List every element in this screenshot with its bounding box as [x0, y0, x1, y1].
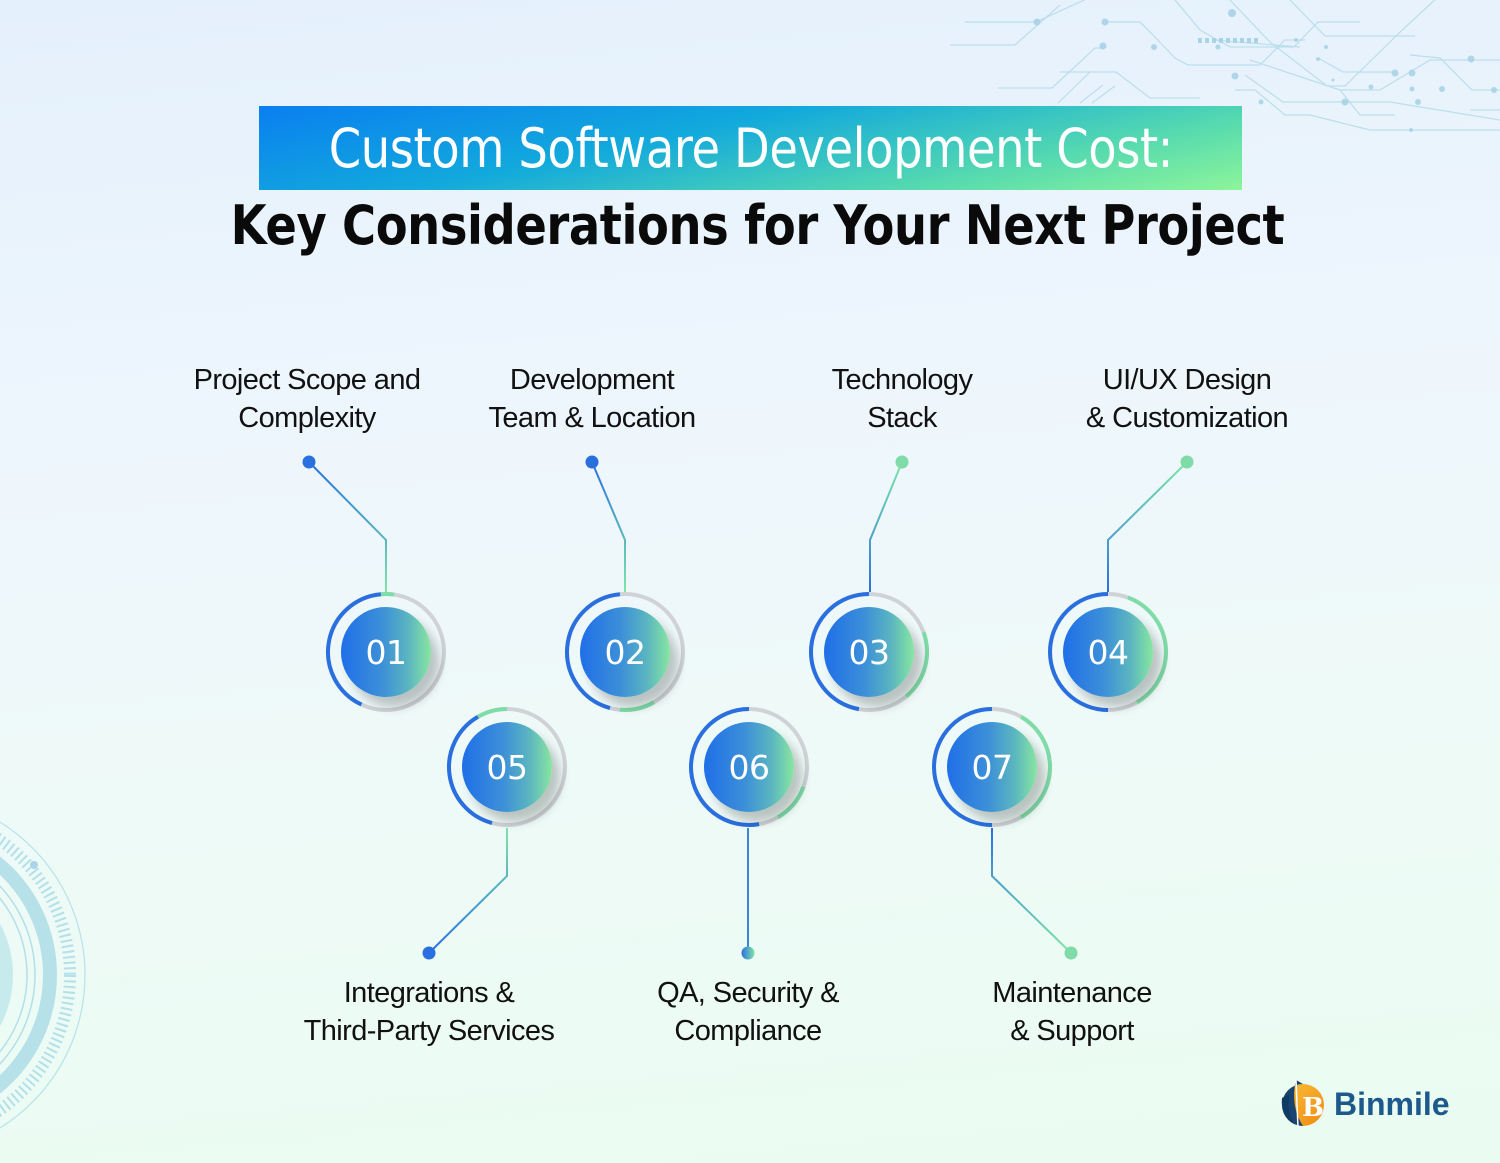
radial-gauge-icon [0, 821, 86, 1129]
factor-node-02: 02 [563, 590, 687, 714]
factor-number: 03 [848, 632, 891, 672]
factor-node-06: 06 [687, 705, 811, 829]
connector-02 [591, 461, 626, 592]
node-disc: 06 [704, 722, 794, 812]
title-banner: Custom Software Development Cost: [259, 106, 1242, 190]
brand-logo: B Binmile [1276, 1078, 1450, 1130]
connector-dot-05 [422, 946, 436, 960]
node-disc: 03 [824, 607, 914, 697]
connector-dot-06 [741, 946, 755, 960]
binmile-logo-icon: B [1281, 1079, 1324, 1129]
factor-number: 02 [604, 632, 647, 672]
connector-dot-02 [585, 455, 599, 469]
factor-node-03: 03 [807, 590, 931, 714]
factor-label-04: UI/UX Design & Customization [1085, 364, 1289, 434]
page-subtitle: Key Considerations for Your Next Project [230, 194, 1285, 257]
factor-number: 07 [971, 747, 1014, 787]
node-disc: 01 [341, 607, 431, 697]
factor-label-05: Integrations & Third-Party Services [303, 977, 555, 1047]
connector-dot-03 [895, 455, 909, 469]
factor-node-01: 01 [324, 590, 448, 714]
factor-label-03: Technology Stack [831, 364, 973, 434]
page-title: Custom Software Development Cost: [328, 116, 1173, 180]
node-disc: 02 [580, 607, 670, 697]
factor-label-02: Development Team & Location [488, 364, 696, 434]
brand-name: Binmile [1334, 1085, 1450, 1122]
connector-dot-01 [302, 455, 316, 469]
factor-node-07: 07 [930, 705, 1054, 829]
connector-03 [869, 461, 903, 592]
factor-number: 01 [365, 632, 408, 672]
factor-number: 06 [728, 747, 771, 787]
connector-04 [1107, 461, 1188, 592]
node-disc: 07 [947, 722, 1037, 812]
factor-label-06: QA, Security & Compliance [657, 977, 839, 1047]
factor-number: 04 [1087, 632, 1130, 672]
factor-label-07: Maintenance & Support [992, 977, 1152, 1047]
connector-dot-07 [1064, 946, 1078, 960]
factor-node-04: 04 [1046, 590, 1170, 714]
svg-text:B: B [1302, 1093, 1324, 1123]
connector-07 [991, 828, 1072, 954]
node-disc: 05 [462, 722, 552, 812]
factor-label-01: Project Scope and Complexity [193, 364, 421, 434]
connector-05 [428, 828, 508, 954]
factor-node-05: 05 [445, 705, 569, 829]
connector-dot-04 [1180, 455, 1194, 469]
node-disc: 04 [1063, 607, 1153, 697]
connector-01 [308, 461, 387, 592]
factor-number: 05 [486, 747, 529, 787]
